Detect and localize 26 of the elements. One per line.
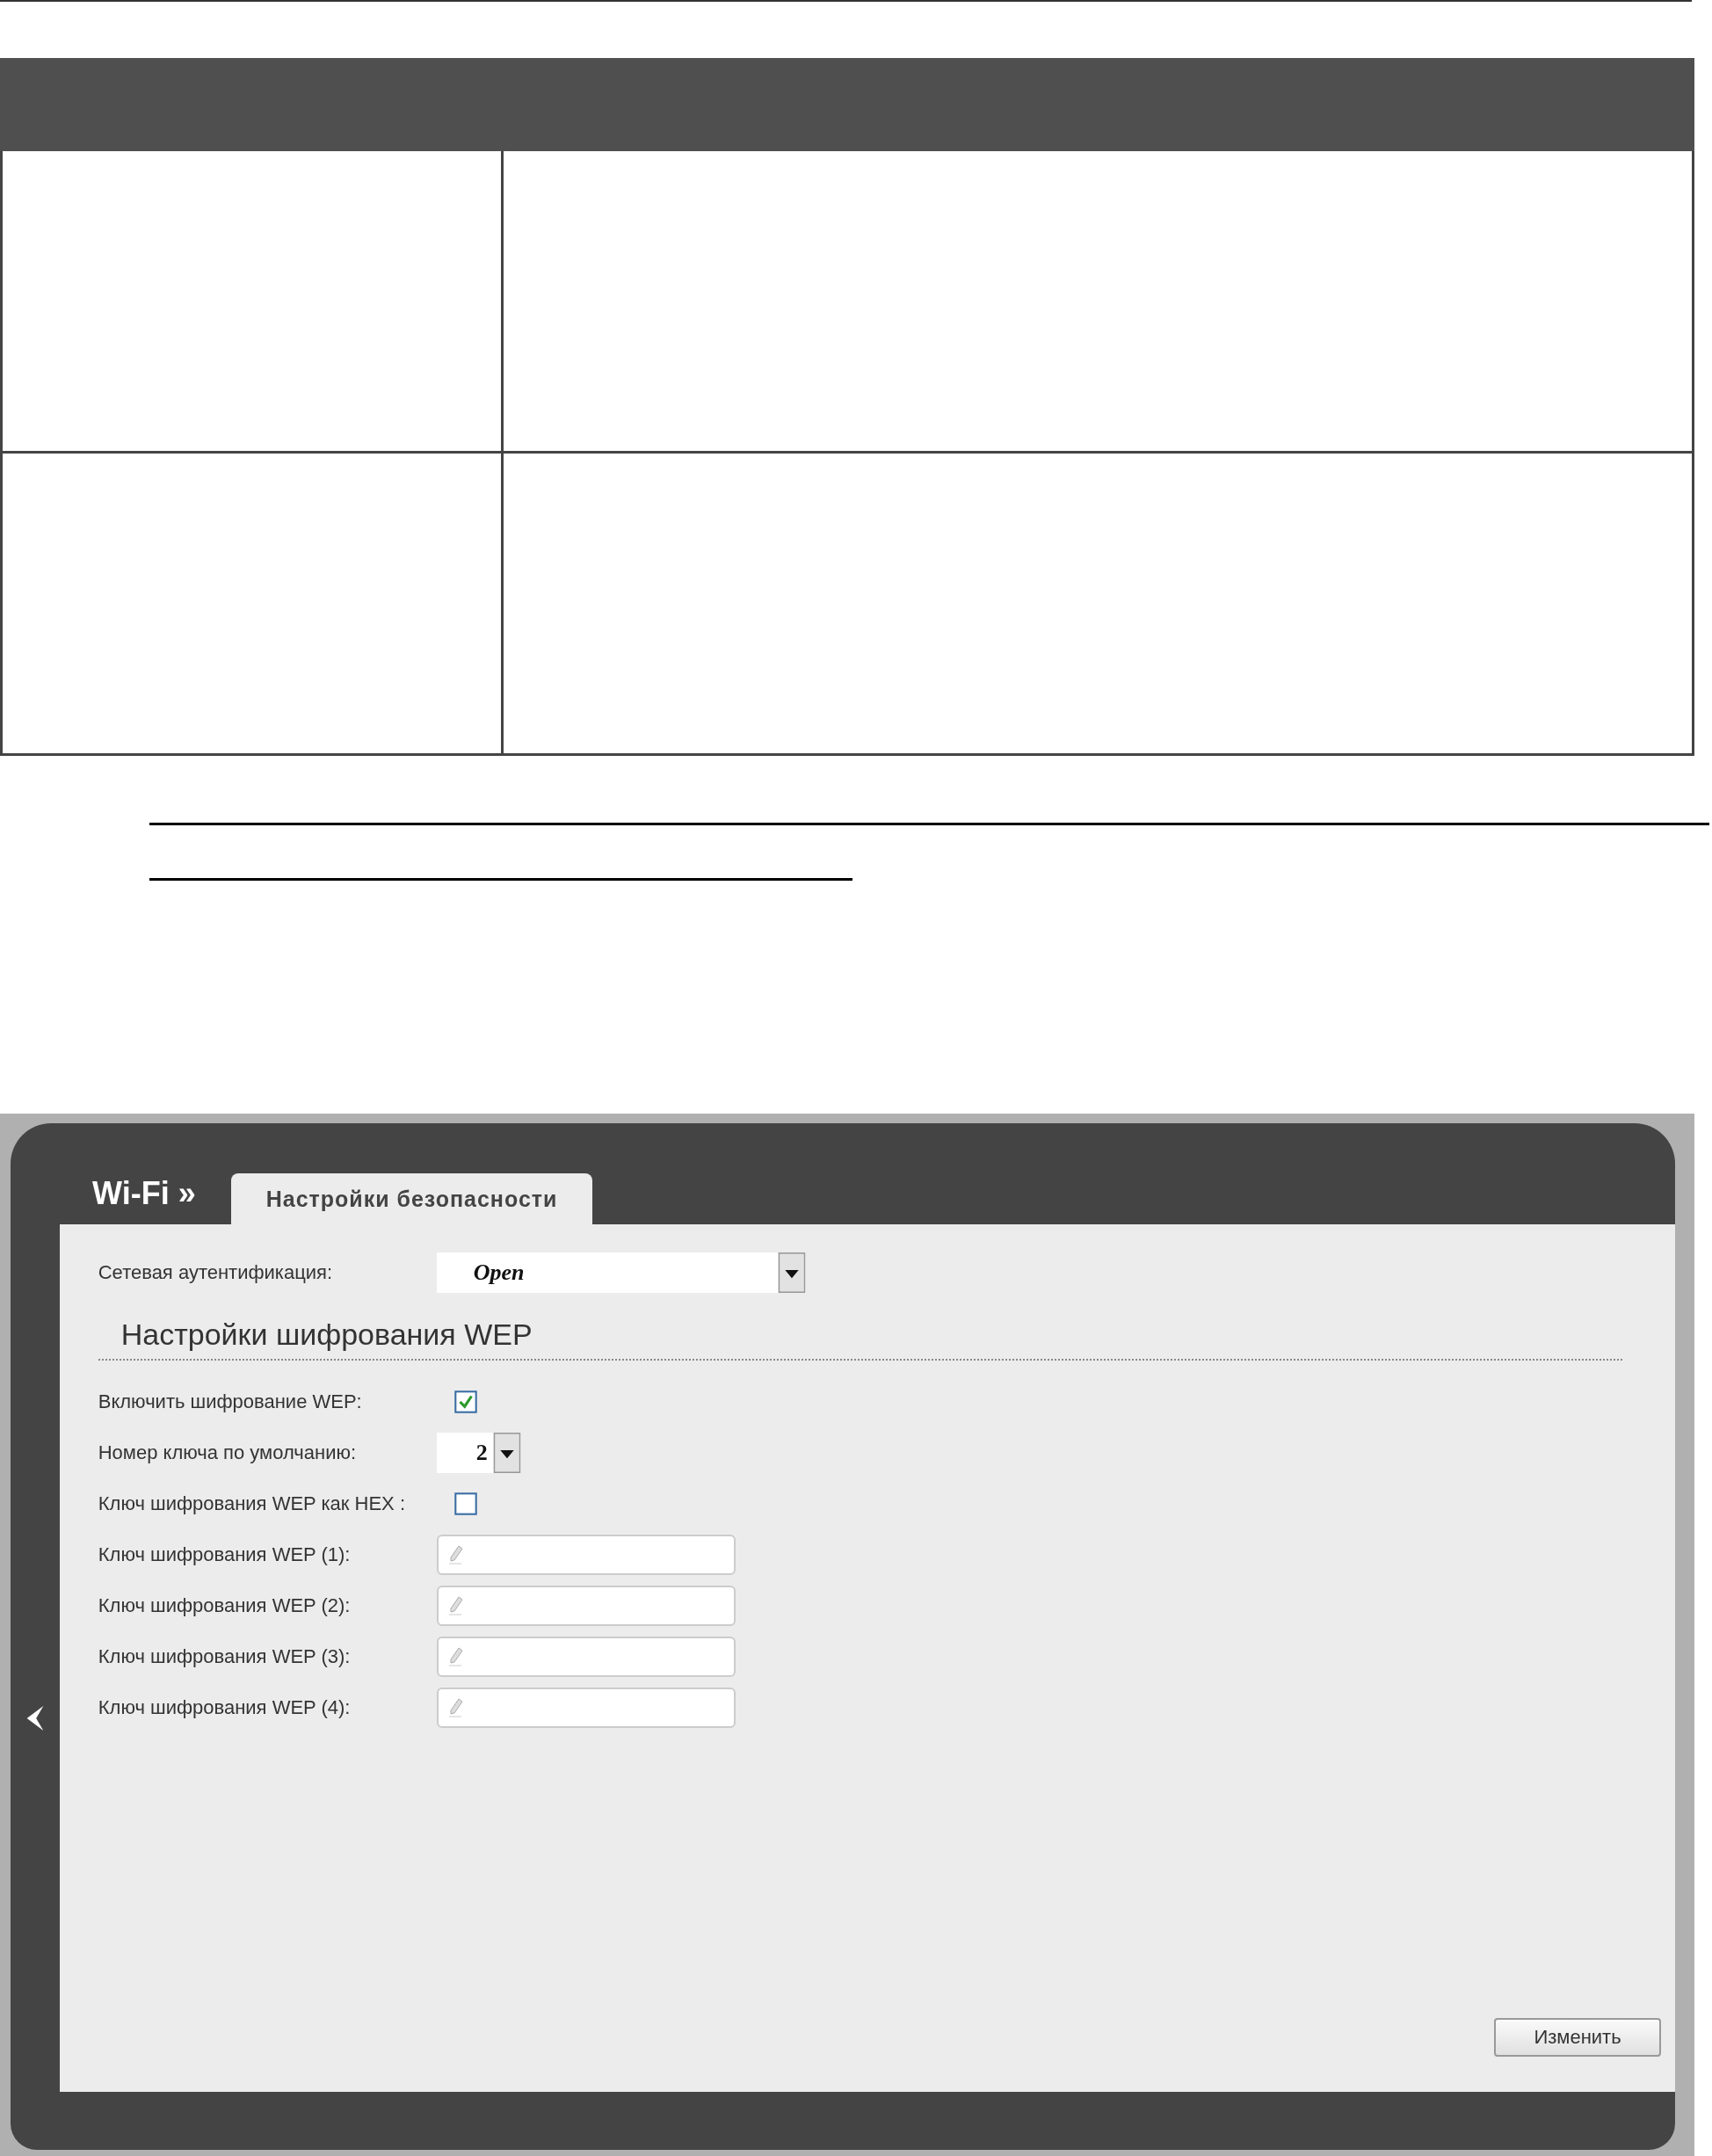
pencil-icon [446,1543,465,1566]
field-label: Ключ шифрования WEP (3): [98,1645,352,1668]
key-input-field[interactable] [436,1637,736,1677]
auth-select[interactable]: Open [436,1252,806,1293]
pencil-icon [446,1645,465,1668]
field-label: Номер ключа по умолчанию: [98,1441,358,1464]
field-label: Ключ шифрования WEP как HEX : [98,1492,406,1515]
pencil-icon [446,1594,465,1617]
dropdown-icon [492,1433,521,1473]
apply-button[interactable]: Изменить [1494,2018,1661,2057]
field-label: Ключ шифрования WEP (4): [98,1696,352,1719]
section-title: Настройки шифрования WEP [120,1318,533,1352]
key-input-field[interactable] [436,1586,736,1626]
checkbox[interactable] [453,1492,477,1515]
tab[interactable]: Настройки безопасности [230,1173,593,1224]
checkbox[interactable] [453,1390,477,1413]
key-input-field[interactable] [436,1535,736,1575]
field-label: Ключ шифрования WEP (2): [98,1594,352,1617]
field-label: Ключ шифрования WEP (1): [98,1543,352,1566]
pencil-icon [446,1696,465,1719]
field-label: Сетевая аутентификация: [98,1261,334,1284]
key-input-field[interactable] [436,1688,736,1728]
key-number-select[interactable]: 2 [436,1433,521,1473]
dropdown-icon [777,1252,806,1293]
breadcrumb[interactable]: Wi-Fi » [92,1175,196,1212]
field-label: Включить шифрование WEP: [98,1390,363,1413]
